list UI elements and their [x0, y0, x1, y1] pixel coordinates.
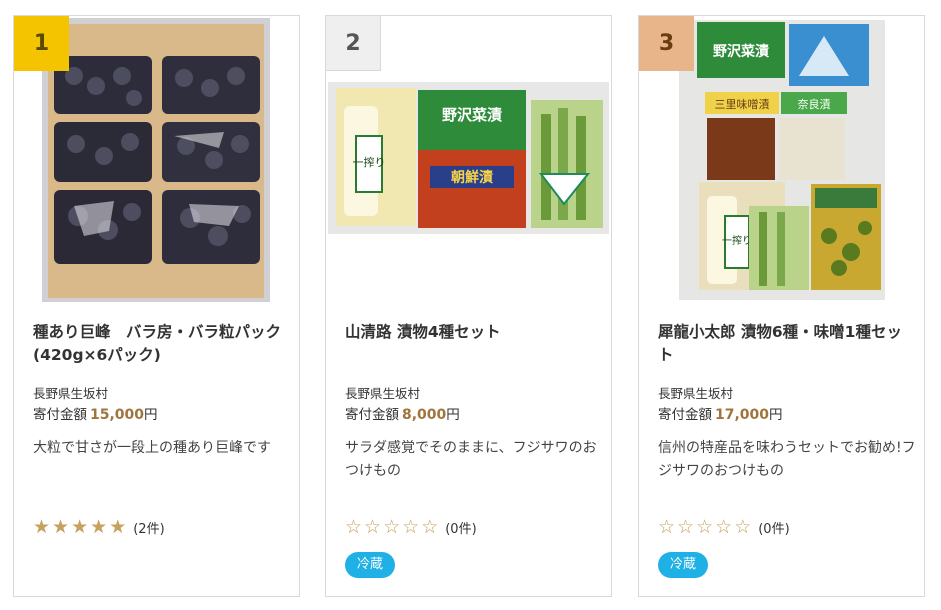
star-empty-icon: ☆	[421, 516, 439, 538]
star-filled-icon: ★	[109, 516, 127, 538]
municipality[interactable]: 長野県生坂村	[345, 383, 420, 402]
rank-badge: 3	[639, 16, 694, 71]
municipality[interactable]: 長野県生坂村	[658, 383, 733, 402]
package-label: 野沢菜漬	[442, 106, 502, 124]
package-label: 一搾り	[353, 155, 386, 169]
price-unit: 円	[144, 407, 158, 423]
price-value: 17,000	[715, 407, 770, 423]
donation-amount: 寄付金額 17,000円	[658, 403, 783, 423]
price-label: 寄付金額	[33, 407, 87, 423]
product-description: 大粒で甘さが一段上の種あり巨峰です	[33, 440, 271, 456]
star-filled-icon: ★	[33, 516, 51, 538]
product-card-2[interactable]: 2 一搾り 野沢菜漬 朝鮮漬 山清路 漬物4種セット 長野県生坂村 寄付金額 8,…	[325, 15, 612, 597]
price-label: 寄付金額	[658, 407, 712, 423]
star-empty-icon: ☆	[658, 516, 676, 538]
review-count: (0件)	[758, 521, 790, 537]
price-value: 8,000	[402, 407, 447, 423]
product-description: 信州の特産品を味わうセットでお勧め!フジサワのおつけもの	[658, 440, 916, 479]
package-label: 朝鮮漬	[451, 169, 494, 186]
product-title[interactable]: 種あり巨峰 バラ房・バラ粒パック(420g×6パック)	[33, 321, 288, 367]
star-empty-icon: ☆	[364, 516, 382, 538]
package-label: 野沢菜漬	[713, 43, 770, 60]
star-filled-icon: ★	[52, 516, 70, 538]
star-empty-icon: ☆	[734, 516, 752, 538]
price-label: 寄付金額	[345, 407, 399, 423]
product-title[interactable]: 山清路 漬物4種セット	[345, 321, 600, 344]
star-rating: ☆ ☆ ☆ ☆ ☆ (0件)	[658, 516, 790, 538]
package-label: 三里味噌漬	[715, 97, 770, 111]
donation-amount: 寄付金額 8,000円	[345, 403, 460, 423]
refrigerated-badge: 冷蔵	[345, 552, 396, 578]
price-unit: 円	[769, 407, 783, 423]
municipality[interactable]: 長野県生坂村	[33, 383, 108, 402]
donation-amount: 寄付金額 15,000円	[33, 403, 158, 423]
rank-badge: 2	[326, 16, 381, 71]
star-empty-icon: ☆	[696, 516, 714, 538]
product-card-3[interactable]: 3 野沢菜漬 三里味噌漬 奈良漬 一搾り 犀龍小太郎 漬物6種・味噌1種セット	[638, 15, 925, 597]
product-title[interactable]: 犀龍小太郎 漬物6種・味噌1種セット	[658, 321, 913, 367]
price-value: 15,000	[90, 407, 145, 423]
star-empty-icon: ☆	[402, 516, 420, 538]
star-filled-icon: ★	[90, 516, 108, 538]
review-count: (0件)	[445, 521, 477, 537]
star-rating: ★ ★ ★ ★ ★ (2件)	[33, 516, 165, 538]
product-description: サラダ感覚でそのままに、フジサワのおつけもの	[345, 440, 597, 479]
package-label: 一搾り	[722, 234, 752, 247]
price-unit: 円	[446, 407, 460, 423]
star-empty-icon: ☆	[677, 516, 695, 538]
star-empty-icon: ☆	[345, 516, 363, 538]
package-label: 奈良漬	[798, 97, 831, 111]
star-filled-icon: ★	[71, 516, 89, 538]
review-count: (2件)	[133, 521, 165, 537]
refrigerated-badge: 冷蔵	[658, 552, 709, 578]
star-rating: ☆ ☆ ☆ ☆ ☆ (0件)	[345, 516, 477, 538]
star-empty-icon: ☆	[383, 516, 401, 538]
product-card-1[interactable]: 1 種あり巨峰 バラ房・バラ粒パック(420g×6パック) 長野県生坂村 寄付金…	[13, 15, 300, 597]
star-empty-icon: ☆	[715, 516, 733, 538]
rank-badge: 1	[14, 16, 69, 71]
